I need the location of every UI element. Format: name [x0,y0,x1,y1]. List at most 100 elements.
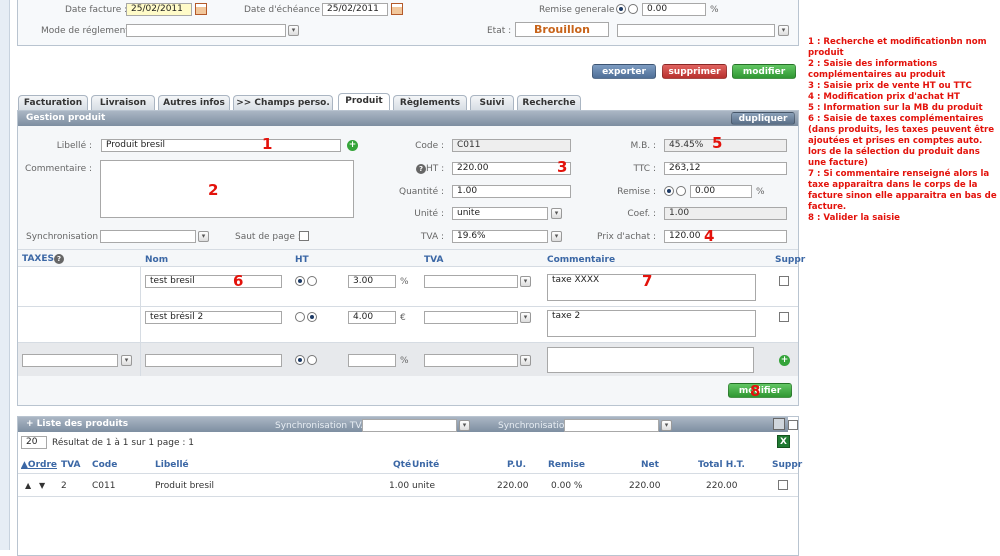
new-taxe-value-input[interactable] [348,354,396,367]
taxe-suppr-checkbox[interactable] [779,276,789,286]
col-net[interactable]: Net [641,460,659,470]
sync-tva-select[interactable] [362,419,457,432]
taxe-ht-radio[interactable] [295,312,305,322]
new-taxe-tva-radio[interactable] [307,355,317,365]
prix-achat-input[interactable]: 120.00 [664,230,787,243]
tab-champs-perso[interactable]: >> Champs perso. [233,95,333,110]
remise-percent-radio[interactable] [664,186,674,196]
new-taxe-ht-radio[interactable] [295,355,305,365]
tab-autres-infos[interactable]: Autres infos [158,95,230,110]
gestion-produit-title: Gestion produit [18,111,798,126]
add-icon[interactable]: + [347,140,358,151]
date-facture-field[interactable]: 25/02/2011 [126,3,192,16]
date-echeance-label: Date d'échéance : [244,5,326,15]
col-ordre[interactable]: ▲Ordre [21,460,57,470]
saut-de-page-checkbox[interactable] [299,231,309,241]
libelle-input[interactable]: Produit bresil [101,139,341,152]
remise-generale-field[interactable]: 0.00 [642,3,706,16]
etat-extra-select[interactable] [617,24,775,37]
sync-select[interactable] [564,419,659,432]
col-qte[interactable]: Qté [393,460,411,470]
chevron-down-icon[interactable]: ▾ [198,231,209,242]
exporter-button[interactable]: exporter [592,64,656,79]
col-remise[interactable]: Remise [548,460,585,470]
taxe-ht-radio[interactable] [295,276,305,286]
unite-select[interactable]: unite [452,207,548,220]
col-tva[interactable]: TVA [61,460,80,470]
new-taxe-tva-select[interactable] [424,354,518,367]
chevron-down-icon[interactable]: ▾ [121,355,132,366]
new-taxe-select[interactable] [22,354,118,367]
taxe-tva-select[interactable] [424,275,518,288]
chevron-down-icon[interactable]: ▾ [288,25,299,36]
modifier-button[interactable]: modifier [732,64,796,79]
per-page-input[interactable]: 20 [21,436,47,449]
tab-recherche[interactable]: Recherche [517,95,581,110]
move-down-icon[interactable]: ▼ [39,481,45,490]
move-up-icon[interactable]: ▲ [25,481,31,490]
new-taxe-commentaire-textarea[interactable] [547,347,754,373]
remise-percent-radio[interactable] [616,4,626,14]
col-libelle[interactable]: Libellé [155,460,189,470]
taxe-suppr-checkbox[interactable] [779,312,789,322]
remise-amount-radio[interactable] [676,186,686,196]
taxe-value-input[interactable]: 4.00 [348,311,396,324]
annotation-marker: 8 [750,382,761,400]
tab-livraison[interactable]: Livraison [91,95,155,110]
taxe-tva-select[interactable] [424,311,518,324]
col-total-ht[interactable]: Total H.T. [698,460,745,470]
remise-input[interactable]: 0.00 [690,185,752,198]
tva-select[interactable]: 19.6% [452,230,548,243]
help-icon[interactable]: ? [54,254,64,264]
chevron-down-icon[interactable]: ▾ [459,420,470,431]
chevron-down-icon[interactable]: ▾ [520,355,531,366]
annotation-note: 4 : Modification prix d'achat HT [808,92,960,102]
col-code[interactable]: Code [92,460,117,470]
commentaire-textarea[interactable] [100,160,354,218]
ttc-input[interactable]: 263,12 [664,162,787,175]
chevron-down-icon[interactable]: ▾ [551,208,562,219]
row-suppr-checkbox[interactable] [778,480,788,490]
taxe-commentaire-textarea[interactable]: taxe 2 [547,310,756,337]
col-unite[interactable]: Unité [412,460,439,470]
annotation-marker: 6 [233,272,244,290]
new-taxe-nom-input[interactable] [145,354,282,367]
select-all-checkbox[interactable] [788,420,798,430]
date-echeance-field[interactable]: 25/02/2011 [322,3,388,16]
taxe-tva-radio[interactable] [307,312,317,322]
row-libelle[interactable]: Produit bresil [155,481,214,491]
tab-suivi[interactable]: Suivi [470,95,514,110]
mode-reglement-select[interactable] [126,24,286,37]
remise-label: Remise : [617,187,656,197]
quantite-input[interactable]: 1.00 [452,185,571,198]
annotation-marker: 4 [704,227,715,245]
coef-field: 1.00 [664,207,787,220]
chevron-down-icon[interactable]: ▾ [551,231,562,242]
dupliquer-button[interactable]: dupliquer [731,112,795,125]
add-icon[interactable]: + [779,355,790,366]
chevron-down-icon[interactable]: ▾ [520,312,531,323]
annotation-marker: 5 [712,134,723,152]
taxe-nom-input[interactable]: test brésil 2 [145,311,282,324]
supprimer-button[interactable]: supprimer [662,64,727,79]
chevron-down-icon[interactable]: ▾ [520,276,531,287]
tab-produit[interactable]: Produit [338,93,390,110]
synchronisation-select[interactable] [100,230,196,243]
calendar-icon[interactable] [195,3,207,15]
col-pu[interactable]: P.U. [507,460,526,470]
taxe-value-input[interactable]: 3.00 [348,275,396,288]
taxe-tva-radio[interactable] [307,276,317,286]
tab-facturation[interactable]: Facturation [18,95,88,110]
columns-icon[interactable] [773,418,785,430]
chevron-down-icon[interactable]: ▾ [661,420,672,431]
col-suppr: Suppr [775,255,806,265]
taxe-nom-input[interactable]: test bresil [145,275,282,288]
chevron-down-icon[interactable]: ▾ [778,25,789,36]
excel-export-icon[interactable]: X [777,435,790,448]
tab-reglements[interactable]: Règlements [393,95,467,110]
calendar-icon[interactable] [391,3,403,15]
help-icon[interactable]: ? [416,164,426,174]
row-tva: 2 [61,481,67,491]
ht-input[interactable]: 220.00 [452,162,571,175]
remise-amount-radio[interactable] [628,4,638,14]
